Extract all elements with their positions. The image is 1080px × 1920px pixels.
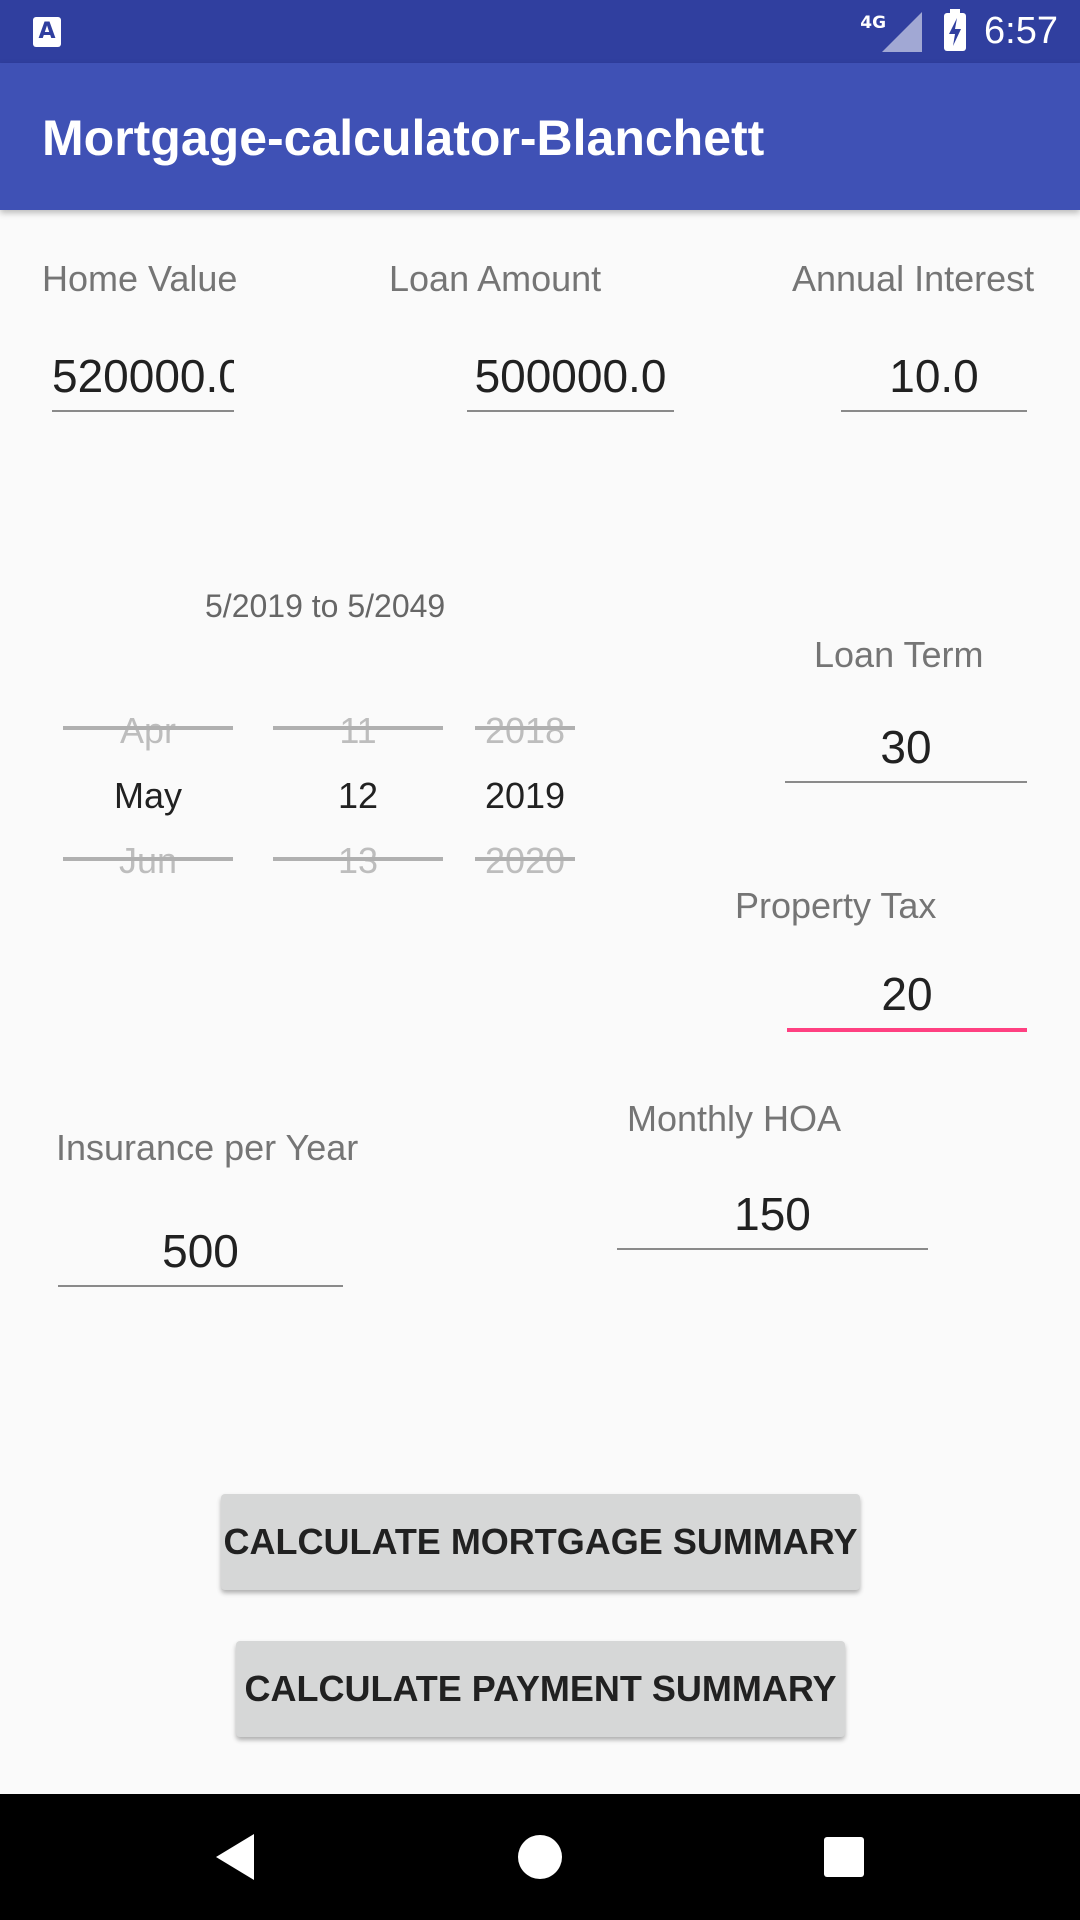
loan-amount-label: Loan Amount bbox=[389, 258, 602, 299]
loan-term-input[interactable]: 30 bbox=[785, 713, 1027, 783]
picker-divider bbox=[475, 726, 575, 730]
calculate-payment-summary-button[interactable]: CALCULATE PAYMENT SUMMARY bbox=[236, 1641, 845, 1737]
day-picker[interactable]: 11 12 13 bbox=[273, 700, 443, 882]
calculate-mortgage-summary-button[interactable]: CALCULATE MORTGAGE SUMMARY bbox=[221, 1494, 860, 1590]
app-bar: Mortgage-calculator-Blanchett bbox=[0, 63, 1080, 210]
status-icons: 4G 6:57 bbox=[860, 0, 1058, 63]
battery-charging-icon bbox=[944, 8, 967, 51]
day-selected[interactable]: 12 bbox=[273, 775, 443, 817]
month-prev[interactable]: Apr bbox=[63, 710, 233, 752]
navigation-bar bbox=[0, 1794, 1080, 1920]
picker-divider bbox=[63, 857, 233, 861]
month-next[interactable]: Jun bbox=[63, 840, 233, 882]
loan-term-label: Loan Term bbox=[814, 634, 984, 675]
loan-amount-input[interactable]: 500000.0 bbox=[467, 342, 674, 412]
year-picker[interactable]: 2018 2019 2020 bbox=[475, 700, 575, 882]
home-value-input[interactable]: 520000.0 bbox=[52, 342, 234, 412]
loan-date-range: 5/2019 to 5/2049 bbox=[205, 588, 446, 624]
recent-apps-icon[interactable] bbox=[824, 1837, 864, 1877]
insurance-input[interactable]: 500 bbox=[58, 1217, 343, 1287]
picker-divider bbox=[273, 726, 443, 730]
property-tax-label: Property Tax bbox=[735, 885, 937, 926]
month-picker[interactable]: Apr May Jun bbox=[63, 700, 233, 882]
annual-interest-label: Annual Interest bbox=[792, 258, 1035, 299]
annual-interest-input[interactable]: 10.0 bbox=[841, 342, 1027, 412]
insurance-label: Insurance per Year bbox=[56, 1127, 359, 1168]
back-icon[interactable] bbox=[216, 1834, 256, 1884]
monthly-hoa-label: Monthly HOA bbox=[627, 1098, 842, 1139]
home-icon[interactable] bbox=[518, 1835, 562, 1879]
year-prev[interactable]: 2018 bbox=[475, 710, 575, 752]
status-time: 6:57 bbox=[984, 10, 1058, 52]
month-selected[interactable]: May bbox=[63, 775, 233, 817]
day-prev[interactable]: 11 bbox=[273, 710, 443, 752]
signal-icon bbox=[882, 11, 923, 52]
property-tax-input[interactable]: 20 bbox=[787, 960, 1027, 1032]
picker-divider bbox=[475, 857, 575, 861]
picker-divider bbox=[63, 726, 233, 730]
picker-divider bbox=[273, 857, 443, 861]
app-title: Mortgage-calculator-Blanchett bbox=[42, 110, 765, 166]
year-next[interactable]: 2020 bbox=[475, 840, 575, 882]
year-selected[interactable]: 2019 bbox=[475, 775, 575, 817]
day-next[interactable]: 13 bbox=[273, 840, 443, 882]
home-value-label: Home Value bbox=[42, 258, 238, 299]
app-notification-icon: A bbox=[33, 17, 61, 47]
status-bar: A 4G 6:57 bbox=[0, 0, 1080, 63]
monthly-hoa-input[interactable]: 150 bbox=[617, 1180, 928, 1250]
